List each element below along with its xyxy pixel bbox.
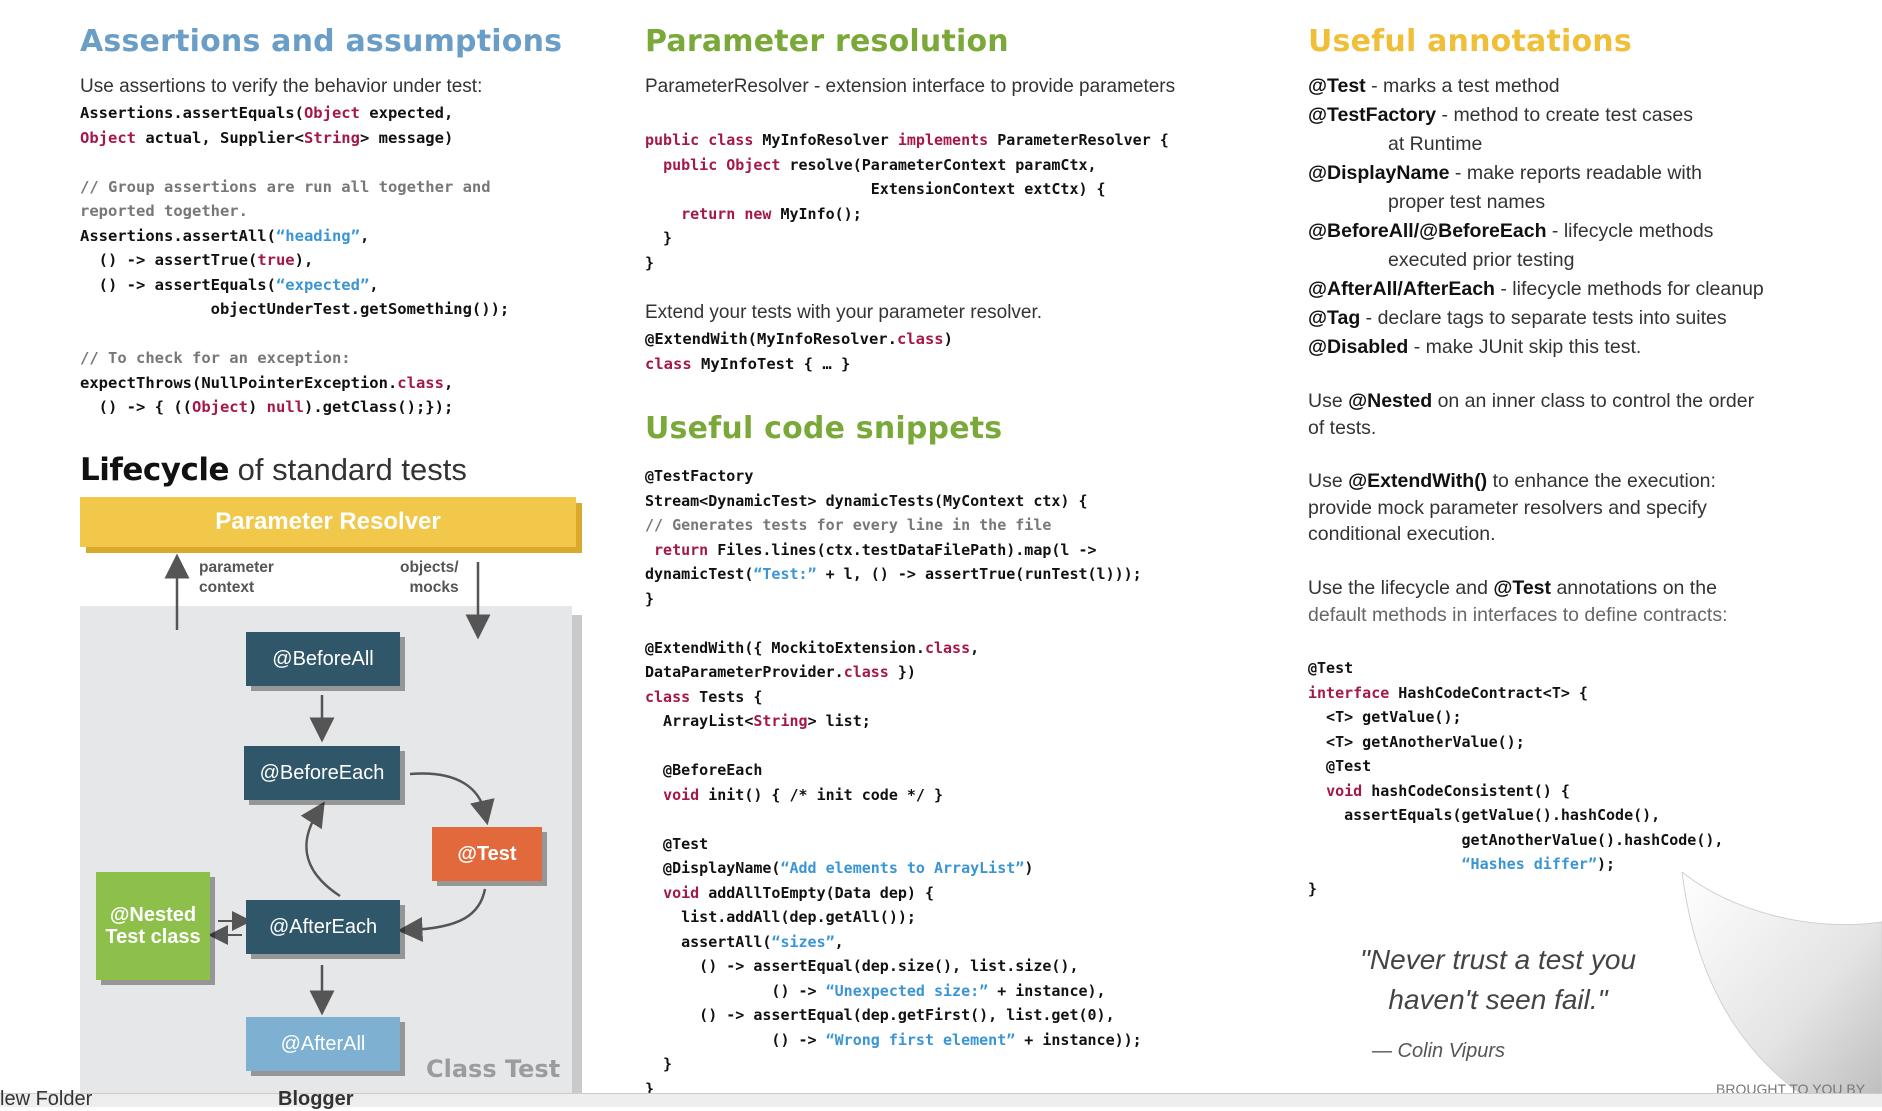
annotation-item-continuation: executed prior testing bbox=[1388, 249, 1575, 271]
code-line: public Object resolve(ParameterContext p… bbox=[663, 155, 1097, 174]
annotation-item: @Disabled - make JUnit skip this test. bbox=[1308, 336, 1642, 358]
code-line: interface HashCodeContract<T> { bbox=[1308, 683, 1588, 702]
code-line: class Tests { bbox=[645, 687, 763, 706]
code-line: void init() { /* init code */ } bbox=[663, 785, 944, 804]
code-line: return new MyInfo(); bbox=[681, 204, 862, 223]
annotation-item-continuation: proper test names bbox=[1388, 191, 1546, 213]
code-line: @DisplayName(“Add elements to ArrayList”… bbox=[645, 859, 1034, 877]
code-line: void addAllToEmpty(Data dep) { bbox=[663, 883, 934, 902]
annotation-item: @AfterAll/AfterEach - lifecycle methods … bbox=[1308, 278, 1764, 300]
snippets-title: Useful code snippets bbox=[645, 411, 1003, 446]
code-line: assertAll(“sizes”, bbox=[645, 932, 844, 951]
code-line: } bbox=[645, 589, 655, 608]
code-line: class MyInfoTest { … } bbox=[645, 354, 851, 373]
code-line: Stream<DynamicTest> dynamicTests(MyConte… bbox=[645, 491, 1088, 510]
class-test-label: Class Test bbox=[426, 1055, 561, 1083]
code-line: <T> getAnotherValue(); bbox=[1308, 732, 1525, 751]
annotations-title: Useful annotations bbox=[1308, 24, 1632, 59]
code-line: () -> assertEqual(dep.getFirst(), list.g… bbox=[645, 1006, 1115, 1024]
annotation-item: @DisplayName - make reports readable wit… bbox=[1308, 162, 1703, 184]
code-line: void hashCodeConsistent() { bbox=[1326, 781, 1570, 800]
code-line: ExtensionContext extCtx) { bbox=[645, 180, 1106, 198]
arrow-aftereach-beforeeach bbox=[300, 801, 341, 898]
code-line: <T> getValue(); bbox=[1308, 708, 1462, 726]
new-folder-label[interactable]: lew Folder bbox=[0, 1088, 92, 1111]
nested-line2: Test class bbox=[105, 926, 201, 948]
code-line: @ExtendWith({ MockitoExtension.class, bbox=[645, 638, 980, 657]
annotations-list: @Test - marks a test method @TestFactory … bbox=[1308, 72, 1808, 362]
annotation-item: @BeforeAll/@BeforeEach - lifecycle metho… bbox=[1308, 220, 1714, 242]
extend-text: Extend your tests with your parameter re… bbox=[645, 302, 1043, 323]
code-line: } bbox=[645, 1055, 673, 1073]
code-line: getAnotherValue().hashCode(), bbox=[1308, 830, 1724, 849]
parameter-resolution-title: Parameter resolution bbox=[645, 24, 1009, 59]
code-line: dynamicTest(“Test:” + l, () -> assertTru… bbox=[645, 565, 1142, 583]
code-line: () -> assertEqual(dep.size(), list.size(… bbox=[645, 957, 1079, 975]
extend-code: @ExtendWith(MyInfoResolver.class) class M… bbox=[645, 327, 953, 376]
quote-line2: haven't seen fail." bbox=[1388, 984, 1608, 1015]
code-line: DataParameterProvider.class }) bbox=[645, 663, 916, 681]
code-line: () -> “Wrong first element” + instance))… bbox=[645, 1030, 1142, 1049]
quote-line1: "Never trust a test you bbox=[1359, 944, 1637, 975]
test-box: @Test bbox=[432, 827, 542, 881]
code-line: public class MyInfoResolver implements P… bbox=[645, 131, 1169, 149]
code-line: @BeforeEach bbox=[645, 761, 763, 779]
quote-author: — Colin Vipurs bbox=[1372, 1040, 1506, 1062]
parameter-context-label: parameter context bbox=[199, 559, 274, 596]
annotation-item: @Tag - declare tags to separate tests in… bbox=[1308, 307, 1727, 329]
code-line: @Test bbox=[1308, 659, 1354, 677]
annotation-item-continuation: at Runtime bbox=[1388, 133, 1483, 155]
before-each-box: @BeforeEach bbox=[244, 746, 400, 800]
contract-code: @Test interface HashCodeContract<T> { <T>… bbox=[1308, 656, 1723, 901]
arrow-beforeeach-test bbox=[409, 772, 495, 826]
annotation-item: @Test - marks a test method bbox=[1308, 75, 1560, 97]
lifecycle-paragraph: Use the lifecycle and @Test annotations … bbox=[1308, 577, 1728, 626]
code-line: list.addAll(dep.getAll()); bbox=[645, 908, 916, 926]
code-line: @Test bbox=[645, 834, 709, 853]
code-line: } bbox=[645, 229, 673, 247]
code-line: return Files.lines(ctx.testDataFilePath)… bbox=[654, 540, 1097, 559]
after-all-box: @AfterAll bbox=[246, 1017, 400, 1071]
nested-line1: @Nested bbox=[109, 904, 197, 926]
extend-paragraph: Use @ExtendWith() to enhance the executi… bbox=[1308, 470, 1716, 545]
annotation-item: @TestFactory - method to create test cas… bbox=[1308, 104, 1693, 126]
code-line: ArrayList<String> list; bbox=[645, 712, 871, 730]
code-line: assertEquals(getValue().hashCode(), bbox=[1308, 806, 1661, 824]
code-line: @TestFactory bbox=[645, 467, 754, 485]
code-line: @Test bbox=[1308, 757, 1372, 775]
page-curl bbox=[1681, 872, 1882, 1102]
code-line: () -> “Unexpected size:” + instance), bbox=[645, 981, 1106, 1000]
nested-test-class-box: @Nested Test class bbox=[96, 872, 210, 980]
arrow-test-aftereach bbox=[397, 888, 487, 942]
objects-mocks-label: objects/ mocks bbox=[400, 559, 459, 596]
snippets-code: @TestFactory Stream<DynamicTest> dynamicT… bbox=[645, 464, 1142, 1101]
after-each-box: @AfterEach bbox=[246, 900, 400, 954]
nested-paragraph: Use @Nested on an inner class to control… bbox=[1308, 390, 1755, 439]
background-window-strip: lew Folder Blogger bbox=[0, 1088, 1882, 1110]
parameter-resolver-code: public class MyInfoResolver implements P… bbox=[645, 128, 1169, 275]
code-line: // Generates tests for every line in the… bbox=[645, 516, 1052, 534]
quote: "Never trust a test you haven't seen fai… bbox=[1358, 940, 1638, 1020]
code-line: @ExtendWith(MyInfoResolver.class) bbox=[645, 330, 953, 348]
parameter-resolution-intro: ParameterResolver - extension interface … bbox=[645, 76, 1176, 97]
blogger-label[interactable]: Blogger bbox=[278, 1088, 354, 1111]
before-all-box: @BeforeAll bbox=[246, 632, 400, 686]
code-line: } bbox=[645, 253, 655, 272]
